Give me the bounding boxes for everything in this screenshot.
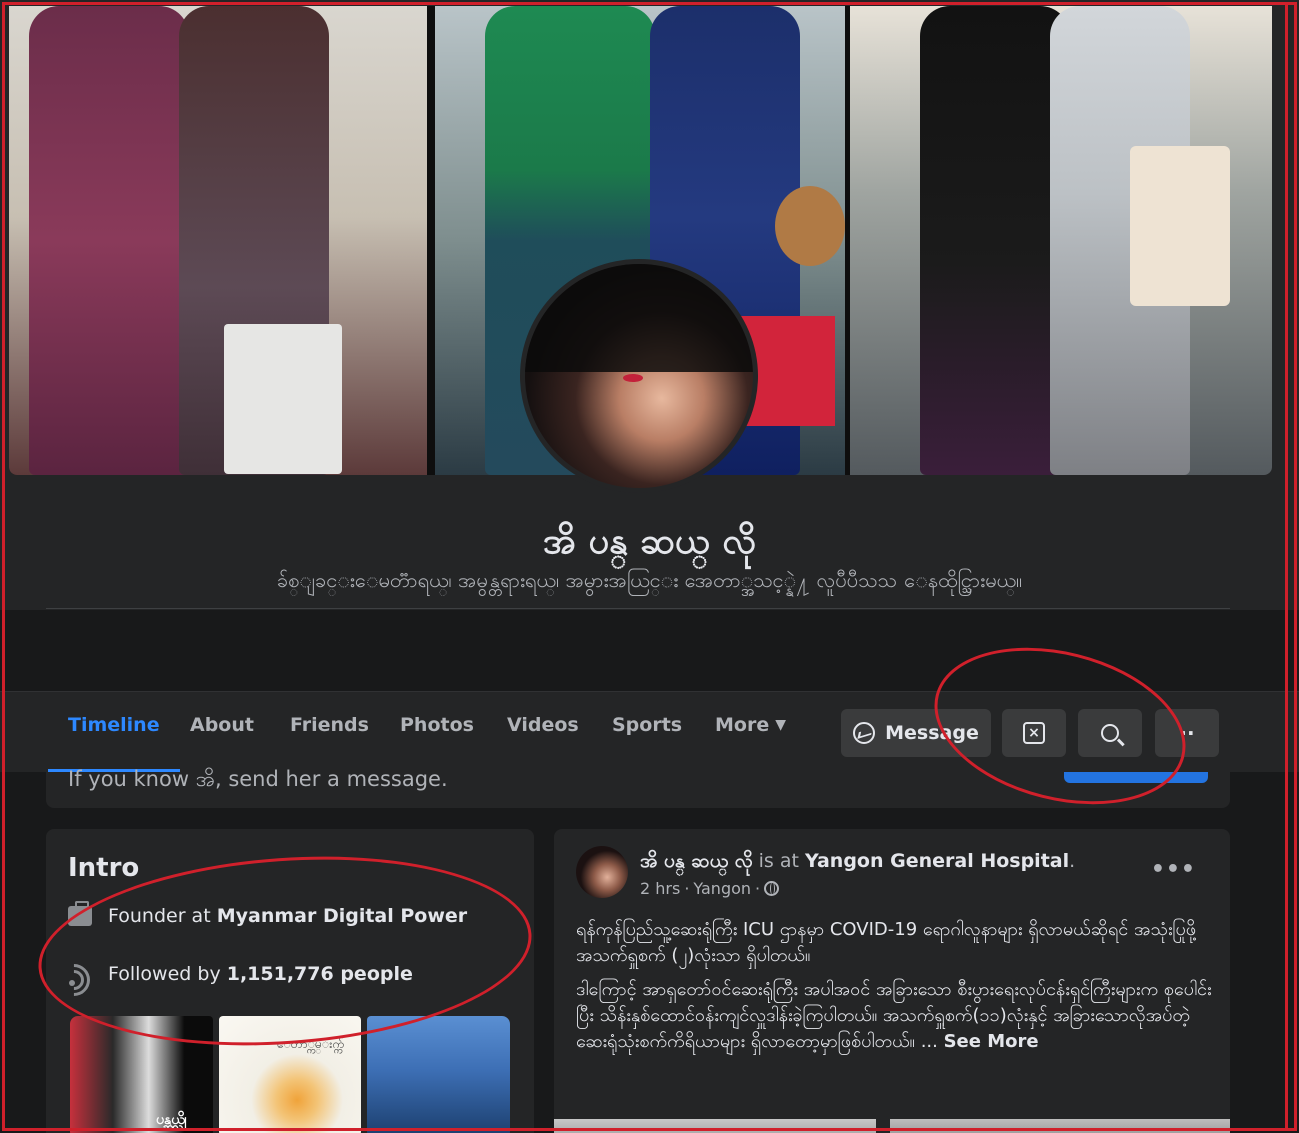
intro-photo-thumbnail[interactable]	[367, 1016, 511, 1133]
followers-count: 1,151,776 people	[226, 963, 413, 985]
briefcase-icon	[68, 901, 92, 926]
search-icon	[1101, 724, 1119, 742]
search-button[interactable]	[1078, 709, 1142, 757]
intro-photo-thumbnail[interactable]: ပန္ဆယ္လို	[70, 1016, 213, 1133]
cover-panel-left	[9, 6, 427, 475]
save-button[interactable]: ×	[1002, 709, 1066, 757]
tab-more[interactable]: More ▼	[715, 714, 786, 772]
thumbnail-caption: ပန္ဆယ္လို	[156, 1112, 187, 1128]
post-is-at: is at	[752, 850, 805, 872]
save-icon: ×	[1023, 722, 1045, 744]
messenger-icon	[853, 722, 876, 744]
intro-work-text: Founder at Myanmar Digital Power	[108, 905, 467, 927]
tab-sports[interactable]: Sports	[612, 714, 682, 772]
cover-figure	[29, 6, 189, 475]
intro-photo-grid: ပန္ဆယ္လို ေတာ္ကမ္းက္က်	[70, 1016, 511, 1133]
header-divider	[46, 608, 1230, 609]
thumbnail-caption: ေတာ္ကမ္းက္က်	[276, 1037, 345, 1051]
avatar-lips	[623, 374, 643, 382]
work-prefix: Founder at	[108, 905, 217, 927]
profile-bio: ခ်စ္ျခင္းေမတၱာရယ္၊ အမွန္တရားရယ္၊ အမွားအယ…	[276, 568, 1023, 592]
intro-photo-thumbnail[interactable]: ေတာ္ကမ္းက္က်	[218, 1016, 362, 1133]
post-meta-sep: ·	[684, 879, 690, 898]
post-period: .	[1069, 850, 1076, 872]
intro-work-row: Founder at Myanmar Digital Power	[68, 901, 467, 927]
post-options-button[interactable]: •••	[1151, 857, 1196, 882]
post-meta: 2 hrs · Yangon ·	[640, 879, 780, 898]
tab-about[interactable]: About	[190, 714, 254, 772]
profile-header: အိ ပန္ ဆယ္ လို ခ်စ္ျခင္းေမတၱာရယ္၊ အမွန္တ…	[0, 0, 1299, 610]
intro-followers-text: Followed by 1,151,776 people	[108, 963, 413, 985]
tab-friends[interactable]: Friends	[290, 714, 369, 772]
cover-figure	[920, 6, 1070, 475]
post-paragraph-text: ဒါကြောင့် အာရှတော်ဝင်ဆေးရုံကြီး အပါအဝင် …	[576, 979, 1212, 1052]
post-paragraph: ဒါကြောင့် အာရှတော်ဝင်ဆေးရုံကြီး အပါအဝင် …	[576, 977, 1216, 1055]
cover-bag	[224, 324, 342, 474]
tab-more-label: More	[715, 714, 770, 736]
tab-videos[interactable]: Videos	[507, 714, 579, 772]
post-card: အိ ပန္ ဆယ္ လို is at Yangon General Hosp…	[554, 829, 1230, 1133]
cover-tote-bag	[1130, 146, 1230, 306]
post-meta-sep: ·	[755, 879, 761, 898]
cover-panel-right	[850, 6, 1272, 475]
cover-drum-bag	[775, 186, 845, 266]
profile-name: အိ ပန္ ဆယ္ လို	[542, 521, 757, 562]
caret-down-icon: ▼	[775, 717, 786, 733]
post-media	[554, 1119, 1230, 1133]
work-place-link[interactable]: Myanmar Digital Power	[217, 905, 467, 927]
post-paragraph: ရန်ကုန်ပြည်သူ့ဆေးရုံကြီး ICU ဌာနမှာ COVI…	[576, 919, 1197, 966]
post-body: ရန်ကုန်ပြည်သူ့ဆေးရုံကြီး ICU ဌာနမှာ COVI…	[576, 917, 1216, 1063]
avatar-photo	[525, 264, 753, 488]
tab-timeline[interactable]: Timeline	[48, 714, 180, 772]
message-prompt-text: If you know အိ, send her a message.	[68, 767, 448, 791]
send-message-button[interactable]	[1064, 772, 1208, 783]
followers-prefix: Followed by	[108, 963, 227, 985]
post-place-link[interactable]: Yangon General Hospital	[805, 850, 1069, 872]
intro-followers-row: Followed by 1,151,776 people	[51, 957, 413, 1003]
profile-avatar[interactable]	[520, 259, 758, 493]
post-time[interactable]: 2 hrs	[640, 879, 680, 898]
post-photo[interactable]	[890, 1119, 1230, 1133]
intro-title: Intro	[68, 853, 140, 883]
see-more-link[interactable]: See More	[944, 1031, 1039, 1052]
message-button-label: Message	[885, 722, 979, 744]
message-button[interactable]: Message	[841, 709, 991, 757]
rss-feed-icon	[51, 957, 97, 1003]
avatar-veil	[525, 264, 753, 372]
post-location: Yangon	[693, 879, 752, 898]
intro-card: Intro Founder at Myanmar Digital Power F…	[46, 829, 534, 1133]
post-author-link[interactable]: အိ ပန္ ဆယ္ လို	[640, 850, 753, 872]
more-options-button[interactable]: ··	[1155, 709, 1219, 757]
post-header: အိ ပန္ ဆယ္ လို is at Yangon General Hosp…	[640, 849, 1075, 877]
message-prompt-card: If you know အိ, send her a message.	[46, 767, 1230, 808]
post-author-avatar[interactable]	[576, 846, 628, 898]
globe-icon	[764, 881, 780, 896]
tab-photos[interactable]: Photos	[400, 714, 474, 772]
profile-nav: Timeline About Friends Photos Videos Spo…	[0, 691, 1299, 772]
post-photo[interactable]	[554, 1119, 876, 1133]
